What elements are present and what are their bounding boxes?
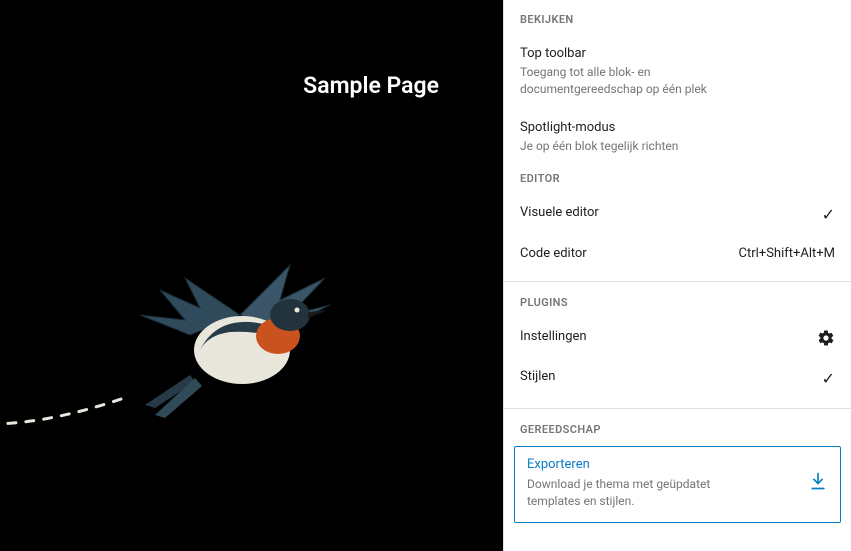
bird-image bbox=[130, 260, 350, 430]
option-export[interactable]: Exporteren Download je thema met geüpdat… bbox=[514, 446, 841, 523]
divider bbox=[504, 281, 851, 282]
options-panel: BEKIJKEN Top toolbar Toegang tot alle bl… bbox=[503, 0, 851, 551]
option-desc: Download je thema met geüpdatet template… bbox=[527, 476, 757, 510]
option-title: Spotlight-modus bbox=[520, 120, 835, 135]
divider bbox=[504, 408, 851, 409]
check-icon bbox=[822, 205, 835, 224]
page-title: Sample Page bbox=[303, 72, 439, 99]
option-settings[interactable]: Instellingen bbox=[504, 319, 851, 359]
option-spotlight-mode[interactable]: Spotlight-modus Je op één blok tegelijk … bbox=[504, 110, 851, 167]
option-desc: Toegang tot alle blok- en documentgereed… bbox=[520, 64, 770, 98]
option-visual-editor[interactable]: Visuele editor bbox=[504, 195, 851, 236]
option-title: Stijlen bbox=[520, 369, 814, 384]
section-view-label: BEKIJKEN bbox=[504, 13, 851, 36]
option-code-editor[interactable]: Code editor Ctrl+Shift+Alt+M bbox=[504, 236, 851, 273]
option-styles[interactable]: Stijlen bbox=[504, 359, 851, 400]
section-plugins-label: PLUGINS bbox=[504, 296, 851, 319]
option-top-toolbar[interactable]: Top toolbar Toegang tot alle blok- en do… bbox=[504, 36, 851, 110]
option-title: Top toolbar bbox=[520, 46, 835, 61]
motion-trail bbox=[0, 390, 150, 430]
option-title: Instellingen bbox=[520, 329, 809, 344]
download-icon bbox=[808, 471, 828, 495]
option-title: Visuele editor bbox=[520, 205, 814, 220]
section-tools-label: GEREEDSCHAP bbox=[504, 423, 851, 446]
check-icon bbox=[822, 369, 835, 388]
gear-icon bbox=[817, 329, 835, 347]
app-root: Sample Page BEKIJKEN To bbox=[0, 0, 851, 551]
section-editor-label: EDITOR bbox=[504, 172, 851, 195]
option-title: Code editor bbox=[520, 246, 731, 261]
option-desc: Je op één blok tegelijk richten bbox=[520, 138, 770, 155]
option-title: Exporteren bbox=[527, 457, 808, 472]
editor-canvas[interactable]: Sample Page bbox=[0, 0, 503, 551]
keyboard-shortcut: Ctrl+Shift+Alt+M bbox=[739, 246, 835, 261]
